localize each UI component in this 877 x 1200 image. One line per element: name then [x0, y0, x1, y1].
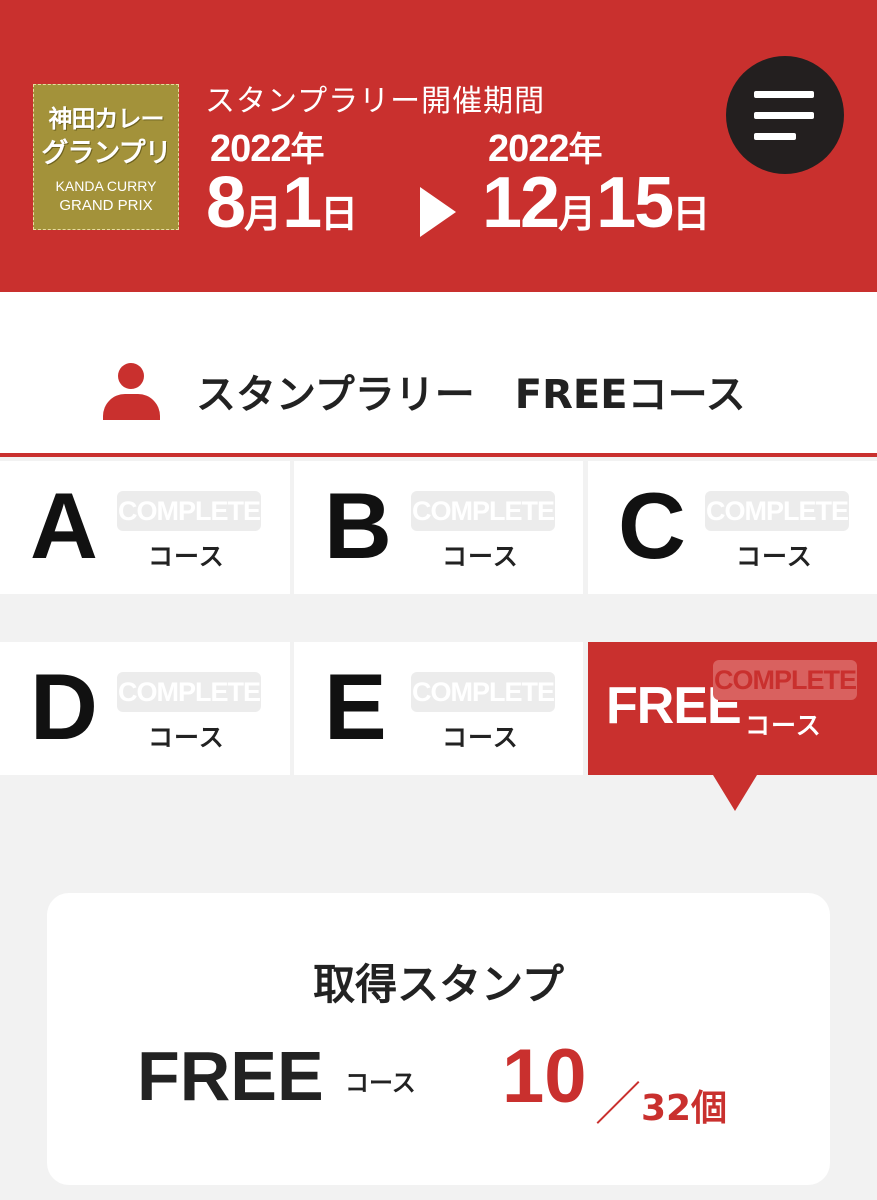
course-label: コース: [148, 542, 225, 571]
course-letter: C: [618, 473, 686, 578]
menu-bar-2: [754, 112, 814, 119]
end-month-unit: 月: [558, 192, 597, 236]
stamp-card-course-sub: コース: [345, 1069, 416, 1097]
logo-line-3: KANDA CURRY: [55, 178, 157, 194]
kanda-curry-grand-prix-logo[interactable]: 神田カレー グランプリ KANDA CURRY GRAND PRIX: [33, 84, 179, 230]
selected-tile-pointer: [713, 775, 757, 811]
header: 神田カレー グランプリ KANDA CURRY GRAND PRIX スタンプラ…: [0, 0, 877, 292]
complete-badge: COMPLETE: [713, 660, 857, 700]
course-tile-free[interactable]: FREE COMPLETE コース: [588, 642, 877, 775]
start-day: 1: [282, 163, 322, 243]
start-date: 8月1日: [206, 162, 358, 244]
user-icon-head: [118, 363, 144, 389]
end-day: 15: [596, 163, 674, 243]
course-tile-b[interactable]: B COMPLETE コース: [294, 461, 583, 594]
menu-bar-3: [754, 133, 796, 140]
complete-badge: COMPLETE: [411, 491, 555, 531]
course-label: コース: [745, 711, 822, 740]
stamp-total: ／32個: [595, 1068, 727, 1134]
start-month: 8: [206, 163, 246, 243]
logo-line-4: GRAND PRIX: [59, 197, 153, 214]
end-date: 12月15日: [482, 162, 710, 244]
course-label: コース: [736, 542, 813, 571]
course-tile-e[interactable]: E COMPLETE コース: [294, 642, 583, 775]
complete-badge: COMPLETE: [411, 672, 555, 712]
user-icon: [103, 363, 160, 420]
end-day-unit: 日: [672, 192, 711, 236]
stamp-unit: 個: [691, 1088, 728, 1129]
stamp-count-card: 取得スタンプ FREE コース 10 ／32個: [47, 893, 830, 1185]
logo-line-2: グランプリ: [41, 138, 171, 169]
course-label: コース: [442, 542, 519, 571]
hamburger-menu-icon[interactable]: [726, 56, 844, 174]
course-letter: B: [324, 473, 392, 578]
stamp-card-title: 取得スタンプ: [313, 960, 564, 1009]
course-letter: D: [30, 654, 98, 759]
stamp-separator: ／: [595, 1078, 641, 1130]
course-label: コース: [148, 723, 225, 752]
course-title: スタンプラリー FREEコース: [196, 372, 746, 418]
complete-badge: COMPLETE: [117, 672, 261, 712]
course-label: コース: [442, 723, 519, 752]
logo-line-1: 神田カレー: [48, 105, 165, 133]
user-icon-body: [103, 394, 160, 420]
stamp-card-course: FREE: [137, 1037, 324, 1115]
complete-badge: COMPLETE: [705, 491, 849, 531]
arrow-right-icon: [420, 187, 456, 237]
start-month-unit: 月: [244, 192, 283, 236]
start-day-unit: 日: [320, 192, 359, 236]
end-month: 12: [482, 163, 560, 243]
course-tile-d[interactable]: D COMPLETE コース: [0, 642, 290, 775]
period-label: スタンプラリー開催期間: [205, 84, 546, 119]
course-letter: E: [324, 654, 387, 759]
stamp-total-value: 32: [641, 1088, 692, 1129]
course-letter: A: [30, 473, 98, 578]
course-tile-c[interactable]: C COMPLETE コース: [588, 461, 877, 594]
stamp-count: 10: [502, 1034, 587, 1119]
course-tile-a[interactable]: A COMPLETE コース: [0, 461, 290, 594]
complete-badge: COMPLETE: [117, 491, 261, 531]
menu-bar-1: [754, 91, 814, 98]
